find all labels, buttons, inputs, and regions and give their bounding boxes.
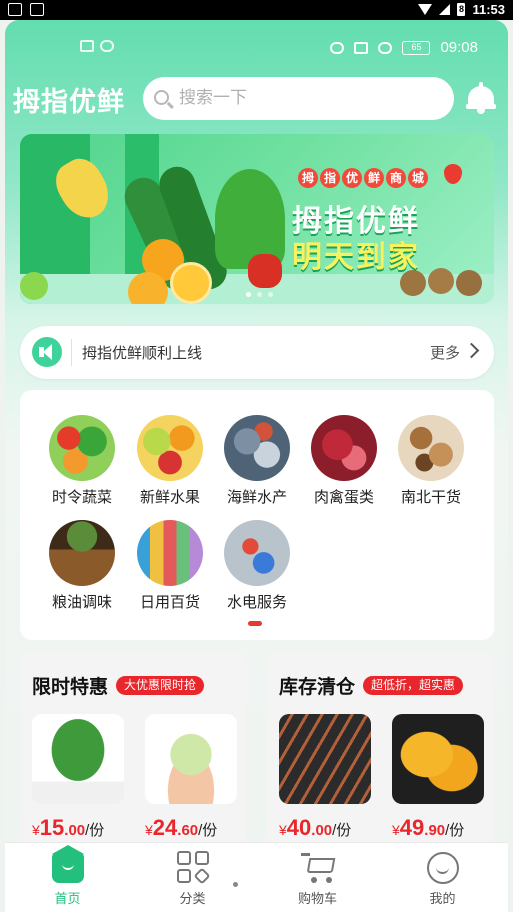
- mute-icon: [354, 41, 369, 54]
- category-grid-icon: [177, 851, 211, 885]
- home-icon: [52, 845, 84, 883]
- melon-image: [20, 272, 48, 300]
- signal-icon: [80, 40, 94, 52]
- app-notification-icon: [30, 3, 44, 16]
- system-status-bar: 8 11:53: [0, 0, 513, 20]
- product-price: ¥24.60/份: [145, 815, 218, 840]
- data-saver-icon: [378, 41, 393, 54]
- category-seafood[interactable]: 海鲜水产: [217, 415, 297, 507]
- seafood-image: [224, 415, 290, 481]
- daily-goods-image: [137, 520, 203, 586]
- strawberry-image: [444, 164, 462, 184]
- top-bar: 拇指优鲜: [5, 72, 508, 122]
- fruits-image: [137, 415, 203, 481]
- utility-service-image: [224, 520, 290, 586]
- wifi-icon: [418, 4, 433, 15]
- category-grain-oil[interactable]: 粮油调味: [42, 520, 122, 612]
- chevron-right-icon[interactable]: [463, 342, 480, 359]
- inner-time: 09:08: [440, 39, 478, 56]
- battery-icon: 8: [457, 3, 466, 16]
- tab-profile[interactable]: 我的: [380, 843, 505, 912]
- inner-status-bar: 65 09:08: [5, 36, 508, 62]
- battery-icon: 65: [402, 40, 431, 55]
- tab-cart[interactable]: 购物车: [255, 843, 380, 912]
- mail-notification-icon: [8, 3, 22, 16]
- banner-tag: 拇 指 优 鲜 商 城: [298, 168, 428, 188]
- category-dried-goods[interactable]: 南北干货: [391, 415, 471, 507]
- category-vegetables[interactable]: 时令蔬菜: [42, 415, 122, 507]
- system-time: 11:53: [472, 2, 505, 17]
- clearance-card[interactable]: 库存清仓 超低折，超实惠 ¥40.00/份 ¥49.90/份: [267, 652, 494, 852]
- category-utility-service[interactable]: 水电服务: [217, 520, 297, 612]
- search-icon: [154, 90, 169, 105]
- cabbage-product-image[interactable]: [145, 714, 237, 804]
- dried-goods-image: [398, 415, 464, 481]
- chopsticks-product-image[interactable]: [279, 714, 371, 804]
- category-fruits[interactable]: 新鲜水果: [130, 415, 210, 507]
- eye-icon: [330, 41, 345, 54]
- product-price: ¥49.90/份: [392, 815, 465, 840]
- more-link[interactable]: 更多: [430, 342, 460, 363]
- nav-dot-indicator: [233, 882, 238, 887]
- search-input[interactable]: [179, 83, 439, 113]
- bell-icon[interactable]: [466, 82, 496, 114]
- orange-slice-image: [170, 262, 212, 304]
- product-price: ¥40.00/份: [279, 815, 352, 840]
- pepper-image: [248, 254, 282, 288]
- notice-bar[interactable]: 拇指优鲜顺利上线 更多: [20, 326, 494, 379]
- search-bar[interactable]: [143, 77, 454, 120]
- brand-title: 拇指优鲜: [13, 87, 125, 118]
- divider: [71, 339, 72, 366]
- spinach-product-image[interactable]: [32, 714, 124, 804]
- mango-product-image[interactable]: [392, 714, 484, 804]
- deal-title: 库存清仓: [279, 676, 356, 698]
- app-screen: 65 09:08 拇指优鲜 拇 指 优 鲜: [5, 20, 508, 912]
- tab-category[interactable]: 分类: [130, 843, 255, 912]
- category-grid: 时令蔬菜 新鲜水果 海鲜水产 肉禽蛋类 南北干货 粮油调味 日用百货 水电服务: [20, 390, 494, 640]
- leafy-greens-image: [215, 169, 285, 269]
- flash-sale-card[interactable]: 限时特惠 大优惠限时抢 ¥15.00/份 ¥24.60/份: [20, 652, 247, 852]
- tab-home[interactable]: 首页: [5, 843, 130, 912]
- meat-image: [311, 415, 377, 481]
- deal-badge: 大优惠限时抢: [116, 676, 205, 695]
- kiwi-image: [456, 270, 482, 296]
- cart-icon: [301, 853, 337, 885]
- wifi-icon: [100, 40, 114, 52]
- banner-subheadline: 明天到家: [292, 240, 420, 275]
- bottom-tab-bar: 首页 分类 购物车 我的: [5, 842, 508, 912]
- signal-icon: [439, 4, 451, 15]
- category-meat[interactable]: 肉禽蛋类: [304, 415, 384, 507]
- category-pager: [248, 621, 262, 626]
- promo-banner[interactable]: 拇 指 优 鲜 商 城 拇指优鲜 明天到家: [20, 134, 494, 304]
- deal-badge: 超低折，超实惠: [363, 676, 464, 695]
- product-price: ¥15.00/份: [32, 815, 105, 840]
- profile-icon: [427, 852, 459, 884]
- vegetables-image: [49, 415, 115, 481]
- deal-title: 限时特惠: [32, 676, 109, 698]
- speaker-icon: [32, 337, 62, 367]
- notice-text: 拇指优鲜顺利上线: [82, 344, 203, 362]
- grain-oil-image: [49, 520, 115, 586]
- category-daily-goods[interactable]: 日用百货: [130, 520, 210, 612]
- kiwi-image: [428, 268, 454, 294]
- orange-image: [128, 272, 168, 304]
- banner-pager: [246, 292, 273, 297]
